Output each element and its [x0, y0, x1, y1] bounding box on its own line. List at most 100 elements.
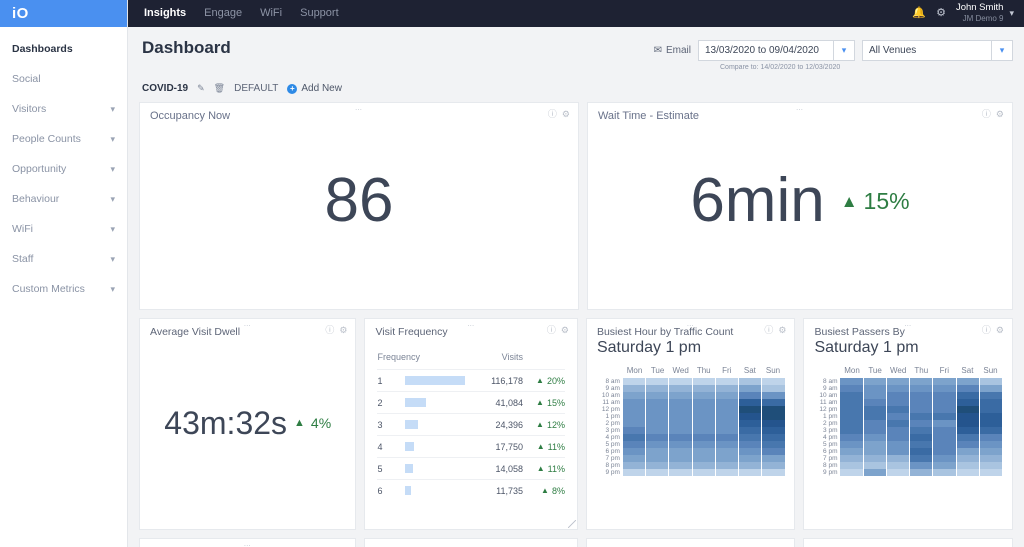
heatmap-cell[interactable]: [646, 448, 669, 455]
drag-handle[interactable]: ⋯: [687, 322, 695, 330]
gear-icon[interactable]: ⚙: [996, 110, 1004, 119]
heatmap-cell[interactable]: [762, 406, 785, 413]
heatmap-cell[interactable]: [739, 448, 762, 455]
email-button[interactable]: ✉ Email: [654, 40, 691, 56]
heatmap-cell[interactable]: [933, 413, 956, 420]
heatmap-cell[interactable]: [956, 469, 979, 476]
heatmap-cell[interactable]: [715, 434, 739, 441]
heatmap-cell[interactable]: [933, 427, 956, 434]
heatmap-cell[interactable]: [863, 462, 886, 469]
heatmap-cell[interactable]: [715, 392, 739, 399]
sidebar-item-people-counts[interactable]: People Counts ▾: [0, 124, 127, 154]
heatmap-cell[interactable]: [933, 462, 956, 469]
heatmap-cell[interactable]: [863, 392, 886, 399]
heatmap-cell[interactable]: [669, 469, 692, 476]
heatmap-cell[interactable]: [979, 469, 1003, 476]
gear-icon[interactable]: ⚙: [562, 110, 570, 119]
heatmap-cell[interactable]: [863, 441, 886, 448]
heatmap-cell[interactable]: [863, 448, 886, 455]
heatmap-cell[interactable]: [863, 420, 886, 427]
heatmap-cell[interactable]: [669, 455, 692, 462]
heatmap-cell[interactable]: [739, 385, 762, 392]
heatmap-cell[interactable]: [840, 385, 863, 392]
heatmap-cell[interactable]: [933, 469, 956, 476]
info-icon[interactable]: ⓘ: [547, 326, 556, 335]
trash-icon[interactable]: 🗑: [214, 83, 225, 94]
heatmap-cell[interactable]: [933, 378, 956, 385]
tab-support[interactable]: Support: [300, 8, 339, 19]
heatmap-cell[interactable]: [739, 406, 762, 413]
heatmap-cell[interactable]: [622, 448, 646, 455]
heatmap-cell[interactable]: [956, 392, 979, 399]
heatmap-cell[interactable]: [715, 455, 739, 462]
heatmap-cell[interactable]: [956, 378, 979, 385]
dashboard-tab-default[interactable]: DEFAULT: [234, 83, 278, 94]
heatmap-cell[interactable]: [956, 434, 979, 441]
heatmap-cell[interactable]: [646, 399, 669, 406]
heatmap-cell[interactable]: [692, 392, 715, 399]
heatmap-cell[interactable]: [933, 420, 956, 427]
gear-icon[interactable]: ⚙: [339, 326, 347, 335]
heatmap-cell[interactable]: [669, 434, 692, 441]
heatmap-cell[interactable]: [715, 385, 739, 392]
heatmap-cell[interactable]: [910, 462, 933, 469]
heatmap-cell[interactable]: [886, 434, 910, 441]
heatmap-cell[interactable]: [715, 427, 739, 434]
heatmap-cell[interactable]: [886, 378, 910, 385]
heatmap-cell[interactable]: [910, 455, 933, 462]
dashboard-tab-covid19[interactable]: COVID-19: [142, 83, 188, 94]
heatmap-cell[interactable]: [622, 434, 646, 441]
heatmap-cell[interactable]: [840, 427, 863, 434]
heatmap-cell[interactable]: [646, 441, 669, 448]
gear-icon[interactable]: ⚙: [561, 326, 569, 335]
heatmap-cell[interactable]: [762, 441, 785, 448]
heatmap-cell[interactable]: [692, 455, 715, 462]
heatmap-cell[interactable]: [910, 413, 933, 420]
sidebar-item-custom-metrics[interactable]: Custom Metrics ▾: [0, 274, 127, 304]
drag-handle[interactable]: ⋯: [796, 106, 804, 114]
heatmap-cell[interactable]: [646, 392, 669, 399]
heatmap-cell[interactable]: [622, 455, 646, 462]
heatmap-cell[interactable]: [840, 378, 863, 385]
heatmap-cell[interactable]: [622, 399, 646, 406]
drag-handle[interactable]: ⋯: [904, 322, 912, 330]
heatmap-cell[interactable]: [910, 420, 933, 427]
heatmap-cell[interactable]: [739, 399, 762, 406]
heatmap-cell[interactable]: [910, 434, 933, 441]
heatmap-cell[interactable]: [622, 469, 646, 476]
heatmap-cell[interactable]: [886, 427, 910, 434]
heatmap-cell[interactable]: [886, 455, 910, 462]
heatmap-cell[interactable]: [715, 378, 739, 385]
heatmap-cell[interactable]: [910, 399, 933, 406]
heatmap-cell[interactable]: [979, 399, 1003, 406]
heatmap-cell[interactable]: [956, 413, 979, 420]
heatmap-cell[interactable]: [692, 469, 715, 476]
heatmap-cell[interactable]: [979, 406, 1003, 413]
drag-handle[interactable]: ⋯: [355, 106, 363, 114]
heatmap-cell[interactable]: [669, 462, 692, 469]
bell-icon[interactable]: 🔔: [912, 7, 926, 19]
heatmap-cell[interactable]: [739, 434, 762, 441]
info-icon[interactable]: ⓘ: [982, 110, 991, 119]
heatmap-cell[interactable]: [622, 462, 646, 469]
heatmap-cell[interactable]: [956, 441, 979, 448]
heatmap-cell[interactable]: [646, 434, 669, 441]
heatmap-cell[interactable]: [762, 378, 785, 385]
sidebar-item-dashboards[interactable]: Dashboards: [0, 34, 127, 64]
heatmap-cell[interactable]: [979, 455, 1003, 462]
heatmap-cell[interactable]: [762, 448, 785, 455]
heatmap-cell[interactable]: [979, 434, 1003, 441]
heatmap-cell[interactable]: [646, 462, 669, 469]
heatmap-cell[interactable]: [762, 413, 785, 420]
heatmap-cell[interactable]: [669, 392, 692, 399]
heatmap-cell[interactable]: [956, 406, 979, 413]
info-icon[interactable]: ⓘ: [548, 110, 557, 119]
heatmap-cell[interactable]: [886, 392, 910, 399]
info-icon[interactable]: ⓘ: [325, 326, 334, 335]
heatmap-cell[interactable]: [910, 469, 933, 476]
heatmap-cell[interactable]: [622, 427, 646, 434]
heatmap-cell[interactable]: [669, 448, 692, 455]
heatmap-cell[interactable]: [886, 469, 910, 476]
heatmap-cell[interactable]: [979, 441, 1003, 448]
heatmap-cell[interactable]: [739, 469, 762, 476]
